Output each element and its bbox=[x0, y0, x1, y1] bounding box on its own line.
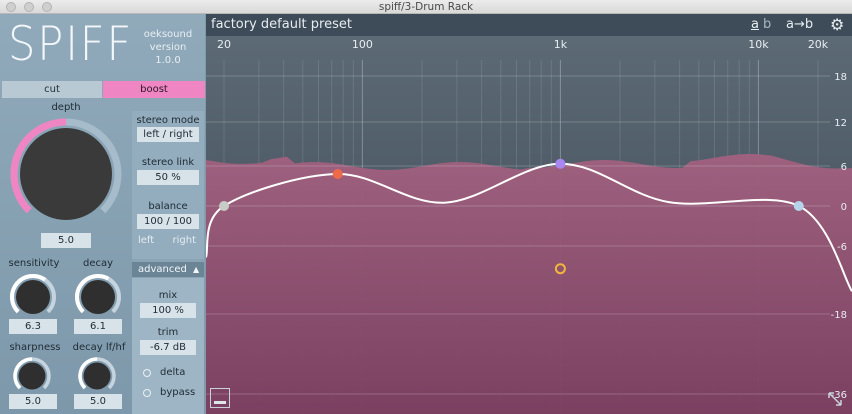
balance-label: balance bbox=[148, 201, 188, 212]
bypass-label: bypass bbox=[160, 387, 196, 398]
decay-knob[interactable] bbox=[74, 273, 122, 321]
stereo-mode-select[interactable]: left / right bbox=[137, 127, 199, 142]
copy-a-to-b-button[interactable]: a→b bbox=[786, 16, 813, 34]
bypass-radio[interactable] bbox=[143, 389, 151, 397]
stereo-link-value[interactable]: 50 % bbox=[137, 170, 199, 185]
eq-graph: factory default preset a b a→b ⚙ 20 100 … bbox=[206, 14, 852, 414]
freq-tick-label: 20k bbox=[808, 38, 829, 51]
band-2-node[interactable] bbox=[555, 158, 566, 169]
depth-knob-body bbox=[20, 128, 112, 220]
balance-value[interactable]: 100 / 100 bbox=[137, 214, 199, 229]
balance-left-label: left bbox=[138, 235, 155, 246]
sharpness-knob[interactable] bbox=[12, 356, 52, 396]
db-tick-label: 12 bbox=[834, 118, 847, 129]
depth-value[interactable]: 5.0 bbox=[41, 233, 91, 248]
decay-label: decay bbox=[82, 258, 114, 269]
freq-tick-label: 10k bbox=[748, 38, 769, 51]
trim-label: trim bbox=[157, 327, 179, 338]
delta-radio[interactable] bbox=[143, 369, 151, 377]
sharpness-value[interactable]: 5.0 bbox=[9, 394, 57, 409]
preset-b-button[interactable]: b bbox=[763, 16, 771, 34]
advanced-label: advanced bbox=[138, 264, 187, 275]
decay-lf-hf-knob[interactable] bbox=[77, 356, 117, 396]
advanced-toggle[interactable]: advanced ▲ bbox=[132, 262, 204, 277]
db-tick-label: 0 bbox=[841, 202, 847, 213]
resize-icon[interactable] bbox=[826, 390, 844, 408]
decay-lf-hf-value[interactable]: 5.0 bbox=[74, 394, 122, 409]
mix-label: mix bbox=[158, 290, 178, 301]
band-1-node[interactable] bbox=[332, 169, 343, 179]
depth-label: depth bbox=[51, 102, 81, 113]
decay-lf-hf-label: decay lf/hf bbox=[72, 342, 126, 353]
mix-value[interactable]: 100 % bbox=[140, 303, 196, 318]
depth-knob[interactable] bbox=[8, 115, 124, 233]
sensitivity-value[interactable]: 6.3 bbox=[9, 319, 57, 334]
freq-tick-label: 1k bbox=[554, 38, 568, 51]
version-label: version bbox=[149, 42, 187, 53]
db-tick-label: 6 bbox=[841, 162, 847, 173]
panel-icon bbox=[214, 401, 226, 404]
eq-plot[interactable]: 20 100 1k 10k 20k 181260-6-18-36 bbox=[206, 36, 852, 414]
db-tick-label: -6 bbox=[837, 242, 847, 253]
plugin-logo: SPIFF bbox=[8, 17, 134, 72]
view-toggle-button[interactable] bbox=[210, 388, 230, 408]
vendor-name: oeksound bbox=[143, 29, 193, 40]
graph-header: factory default preset a b a→b ⚙ bbox=[206, 14, 852, 36]
sensitivity-label: sensitivity bbox=[8, 258, 60, 269]
db-tick-label: -18 bbox=[831, 310, 847, 321]
left-panel: SPIFF oeksound version 1.0.0 cut boost d… bbox=[0, 14, 205, 414]
freq-tick-label: 100 bbox=[352, 38, 373, 51]
spectrum-area bbox=[206, 154, 852, 414]
stereo-mode-label: stereo mode bbox=[136, 115, 200, 126]
boost-mode-tab[interactable]: boost bbox=[103, 81, 205, 98]
preset-name[interactable]: factory default preset bbox=[211, 16, 352, 34]
brand-block: oeksound version 1.0.0 bbox=[138, 28, 198, 67]
gear-icon[interactable]: ⚙ bbox=[830, 15, 844, 35]
stereo-link-label: stereo link bbox=[141, 157, 195, 168]
freq-tick-label: 20 bbox=[217, 38, 231, 51]
sharpness-label: sharpness bbox=[9, 342, 61, 353]
version-number: 1.0.0 bbox=[155, 55, 181, 66]
sensitivity-knob[interactable] bbox=[9, 273, 57, 321]
window-title: spiff/3-Drum Rack bbox=[378, 1, 474, 13]
chevron-up-icon: ▲ bbox=[193, 265, 200, 274]
cut-mode-tab[interactable]: cut bbox=[2, 81, 102, 98]
high-shelf-node[interactable] bbox=[793, 201, 804, 211]
db-tick-label: 18 bbox=[834, 72, 847, 83]
trim-value[interactable]: -6.7 dB bbox=[140, 340, 196, 355]
delta-label: delta bbox=[160, 367, 186, 378]
balance-right-label: right bbox=[172, 235, 197, 246]
low-shelf-node[interactable] bbox=[219, 201, 229, 211]
plugin-window: spiff/3-Drum Rack SPIFF oeksound version… bbox=[0, 0, 852, 414]
preset-a-button[interactable]: a bbox=[751, 16, 759, 34]
plugin-body: SPIFF oeksound version 1.0.0 cut boost d… bbox=[0, 14, 852, 414]
decay-value[interactable]: 6.1 bbox=[74, 319, 122, 334]
title-bar: spiff/3-Drum Rack bbox=[0, 0, 852, 14]
